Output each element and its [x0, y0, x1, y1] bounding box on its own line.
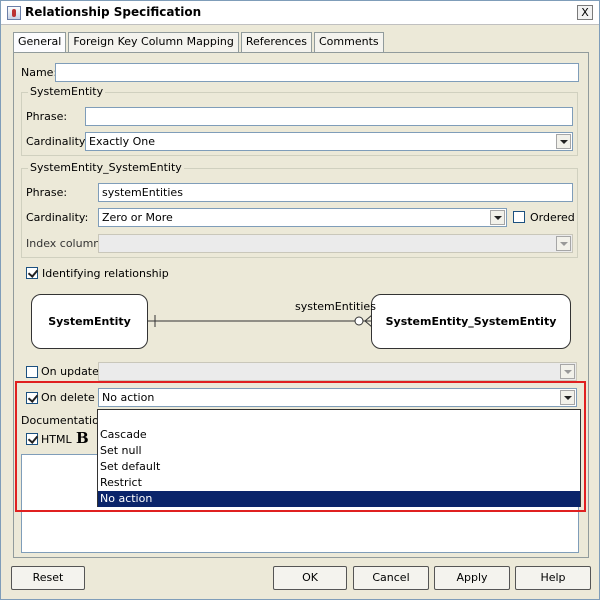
- tab-references[interactable]: References: [240, 32, 312, 52]
- cardinality-select[interactable]: Exactly One: [85, 132, 573, 151]
- ordered-label: Ordered: [530, 211, 575, 224]
- groupbox-title: SystemEntity: [28, 85, 106, 98]
- relationship-line: [148, 314, 372, 328]
- option-set-null[interactable]: Set null: [98, 443, 580, 459]
- close-button[interactable]: X: [577, 5, 593, 20]
- chevron-down-icon[interactable]: [556, 134, 571, 149]
- option-cascade[interactable]: Cascade: [98, 427, 580, 443]
- ok-button[interactable]: OK: [273, 566, 347, 590]
- tab-comments[interactable]: Comments: [313, 32, 384, 52]
- option-no-action[interactable]: No action: [98, 491, 580, 507]
- window-title: Relationship Specification: [25, 5, 202, 19]
- phrase-label: Phrase:: [26, 110, 68, 123]
- tab-general[interactable]: General: [13, 32, 67, 53]
- option-set-default[interactable]: Set default: [98, 459, 580, 475]
- index-column-label: Index column:: [26, 237, 104, 250]
- crow-foot-bottom: [364, 320, 372, 328]
- on-delete-select[interactable]: No action: [98, 388, 577, 407]
- on-update-checkbox[interactable]: [26, 366, 38, 378]
- phrase-label: Phrase:: [26, 186, 68, 199]
- phrase-input[interactable]: systemEntities: [98, 183, 573, 202]
- tab-foreign-key-column-mapping[interactable]: Foreign Key Column Mapping: [68, 32, 239, 52]
- help-button[interactable]: Help: [515, 566, 591, 590]
- groupbox-title: SystemEntity_SystemEntity: [28, 161, 184, 174]
- diagram-phrase-label: systemEntities: [295, 300, 376, 313]
- name-label: Name:: [21, 66, 58, 79]
- relationship-dialog: Relationship Specification X General For…: [0, 0, 600, 600]
- cardinality-value: Exactly One: [89, 135, 156, 148]
- cardinality-label: Cardinality:: [26, 135, 89, 148]
- index-column-select[interactable]: [98, 234, 573, 253]
- html-checkbox[interactable]: [26, 433, 38, 445]
- cardinality-value: Zero or More: [102, 211, 173, 224]
- on-update-label: On update: [41, 365, 99, 378]
- html-label: HTML: [41, 433, 72, 446]
- chevron-down-icon[interactable]: [556, 236, 571, 251]
- option-restrict[interactable]: Restrict: [98, 475, 580, 491]
- on-delete-label: On delete: [41, 391, 95, 404]
- ordered-checkbox[interactable]: [513, 211, 525, 223]
- cardinality-select[interactable]: Zero or More: [98, 208, 507, 227]
- phrase-input[interactable]: [85, 107, 573, 126]
- on-delete-dropdown-list: Cascade Set null Set default Restrict No…: [97, 409, 581, 507]
- title-bar: Relationship Specification X: [1, 1, 599, 25]
- identifying-relationship-checkbox[interactable]: [26, 267, 38, 279]
- zero-marker: [354, 316, 364, 326]
- bold-button[interactable]: B: [76, 429, 89, 447]
- chevron-down-icon[interactable]: [490, 210, 505, 225]
- dropdown-blank-row: [98, 410, 580, 427]
- apply-button[interactable]: Apply: [434, 566, 510, 590]
- identifying-relationship-label: Identifying relationship: [42, 267, 169, 280]
- chevron-down-icon[interactable]: [560, 390, 575, 405]
- on-update-select[interactable]: [98, 362, 577, 381]
- on-delete-checkbox[interactable]: [26, 392, 38, 404]
- cardinality-label: Cardinality:: [26, 211, 89, 224]
- cancel-button[interactable]: Cancel: [353, 566, 429, 590]
- chevron-down-icon[interactable]: [560, 364, 575, 379]
- java-app-icon: [7, 6, 21, 20]
- reset-button[interactable]: Reset: [11, 566, 85, 590]
- right-entity-box: SystemEntity_SystemEntity: [371, 294, 571, 349]
- on-delete-value: No action: [102, 391, 155, 404]
- crow-foot-top: [364, 314, 372, 322]
- tab-strip: General Foreign Key Column Mapping Refer…: [13, 32, 386, 53]
- left-entity-box: SystemEntity: [31, 294, 148, 349]
- name-input[interactable]: [55, 63, 579, 82]
